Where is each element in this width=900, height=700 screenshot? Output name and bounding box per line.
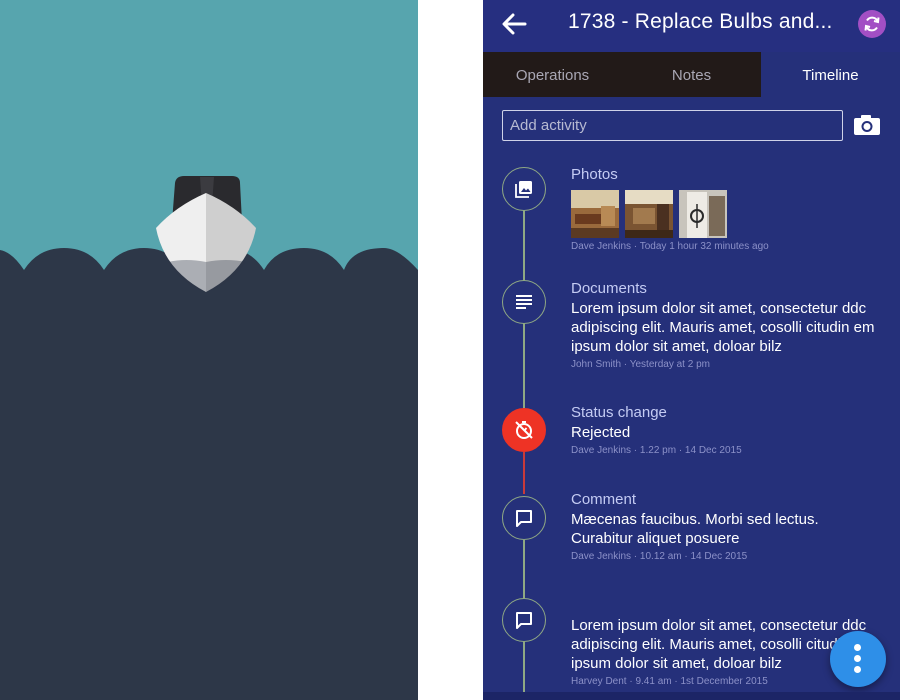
more-vertical-icon <box>854 666 861 673</box>
timeline-node-documents <box>502 280 546 324</box>
tab-timeline[interactable]: Timeline <box>761 52 900 97</box>
tab-notes[interactable]: Notes <box>622 52 761 97</box>
arrow-left-icon <box>502 13 527 35</box>
timeline-entry-documents: Documents Lorem ipsum dolor sit amet, co… <box>571 280 881 370</box>
photo-thumbnail[interactable] <box>679 190 727 238</box>
tab-bar: Operations Notes Timeline <box>483 52 900 97</box>
entry-title: Status change <box>571 404 667 421</box>
timeline-node-comment <box>502 598 546 642</box>
photo-door <box>679 190 727 238</box>
photo-thumbnails <box>571 190 881 238</box>
timeline-node-status <box>502 408 546 452</box>
comment-icon <box>516 612 532 629</box>
timeline-screen: 1738 - Replace Bulbs and... Operations N… <box>483 0 900 700</box>
boat-illustration <box>0 0 418 700</box>
entry-meta: Dave Jenkins · 10.12 am · 14 Dec 2015 <box>571 551 748 562</box>
timeline-connector-rejected <box>523 452 525 494</box>
page-title: 1738 - Replace Bulbs and... <box>568 10 833 33</box>
photo-cabin <box>625 190 673 238</box>
entry-title: Comment <box>571 491 637 508</box>
timeline-entry-status: Status change Rejected Dave Jenkins · 1.… <box>571 404 881 456</box>
photo-thumbnail[interactable] <box>571 190 619 238</box>
back-button[interactable] <box>497 8 531 40</box>
entry-meta: Harvey Dent · 9.41 am · 1st December 201… <box>571 676 768 687</box>
more-vertical-icon <box>854 644 861 651</box>
boat-scene <box>0 0 418 700</box>
entry-meta: Dave Jenkins · 1.22 pm · 14 Dec 2015 <box>571 445 742 456</box>
status-value: Rejected <box>571 424 631 441</box>
camera-button[interactable] <box>853 114 881 136</box>
entry-body: Mæcenas faucibus. Morbi sed lectus. Cura… <box>571 511 819 547</box>
entry-title: Documents <box>571 280 647 297</box>
comment-icon <box>516 510 532 527</box>
add-activity-input[interactable]: Add activity <box>502 110 843 141</box>
entry-meta: Dave Jenkins · Today 1 hour 32 minutes a… <box>571 241 769 252</box>
timer-off-icon <box>515 421 533 439</box>
timeline-node-comment <box>502 496 546 540</box>
more-actions-button[interactable] <box>830 631 886 687</box>
entry-meta: John Smith · Yesterday at 2 pm <box>571 359 710 370</box>
timeline-node-photos <box>502 167 546 211</box>
photo-thumbnail[interactable] <box>625 190 673 238</box>
more-vertical-icon <box>854 655 861 662</box>
document-lines-icon <box>516 295 532 309</box>
app-bar: 1738 - Replace Bulbs and... <box>483 0 900 52</box>
timeline-entry-comment: Comment Mæcenas faucibus. Morbi sed lect… <box>571 491 881 562</box>
timeline-entry-photos: Photos Dave Jenkins · Today 1 hour 32 mi… <box>571 166 881 252</box>
image-icon <box>515 181 532 198</box>
sync-button[interactable] <box>858 10 886 38</box>
screen: 1738 - Replace Bulbs and... Operations N… <box>0 0 900 700</box>
entry-title: Photos <box>571 166 618 183</box>
photo-room-table <box>571 190 619 238</box>
camera-icon <box>854 115 880 135</box>
tab-operations[interactable]: Operations <box>483 52 622 97</box>
entry-body: Lorem ipsum dolor sit amet, consectetur … <box>571 300 875 355</box>
sync-icon <box>864 16 880 32</box>
